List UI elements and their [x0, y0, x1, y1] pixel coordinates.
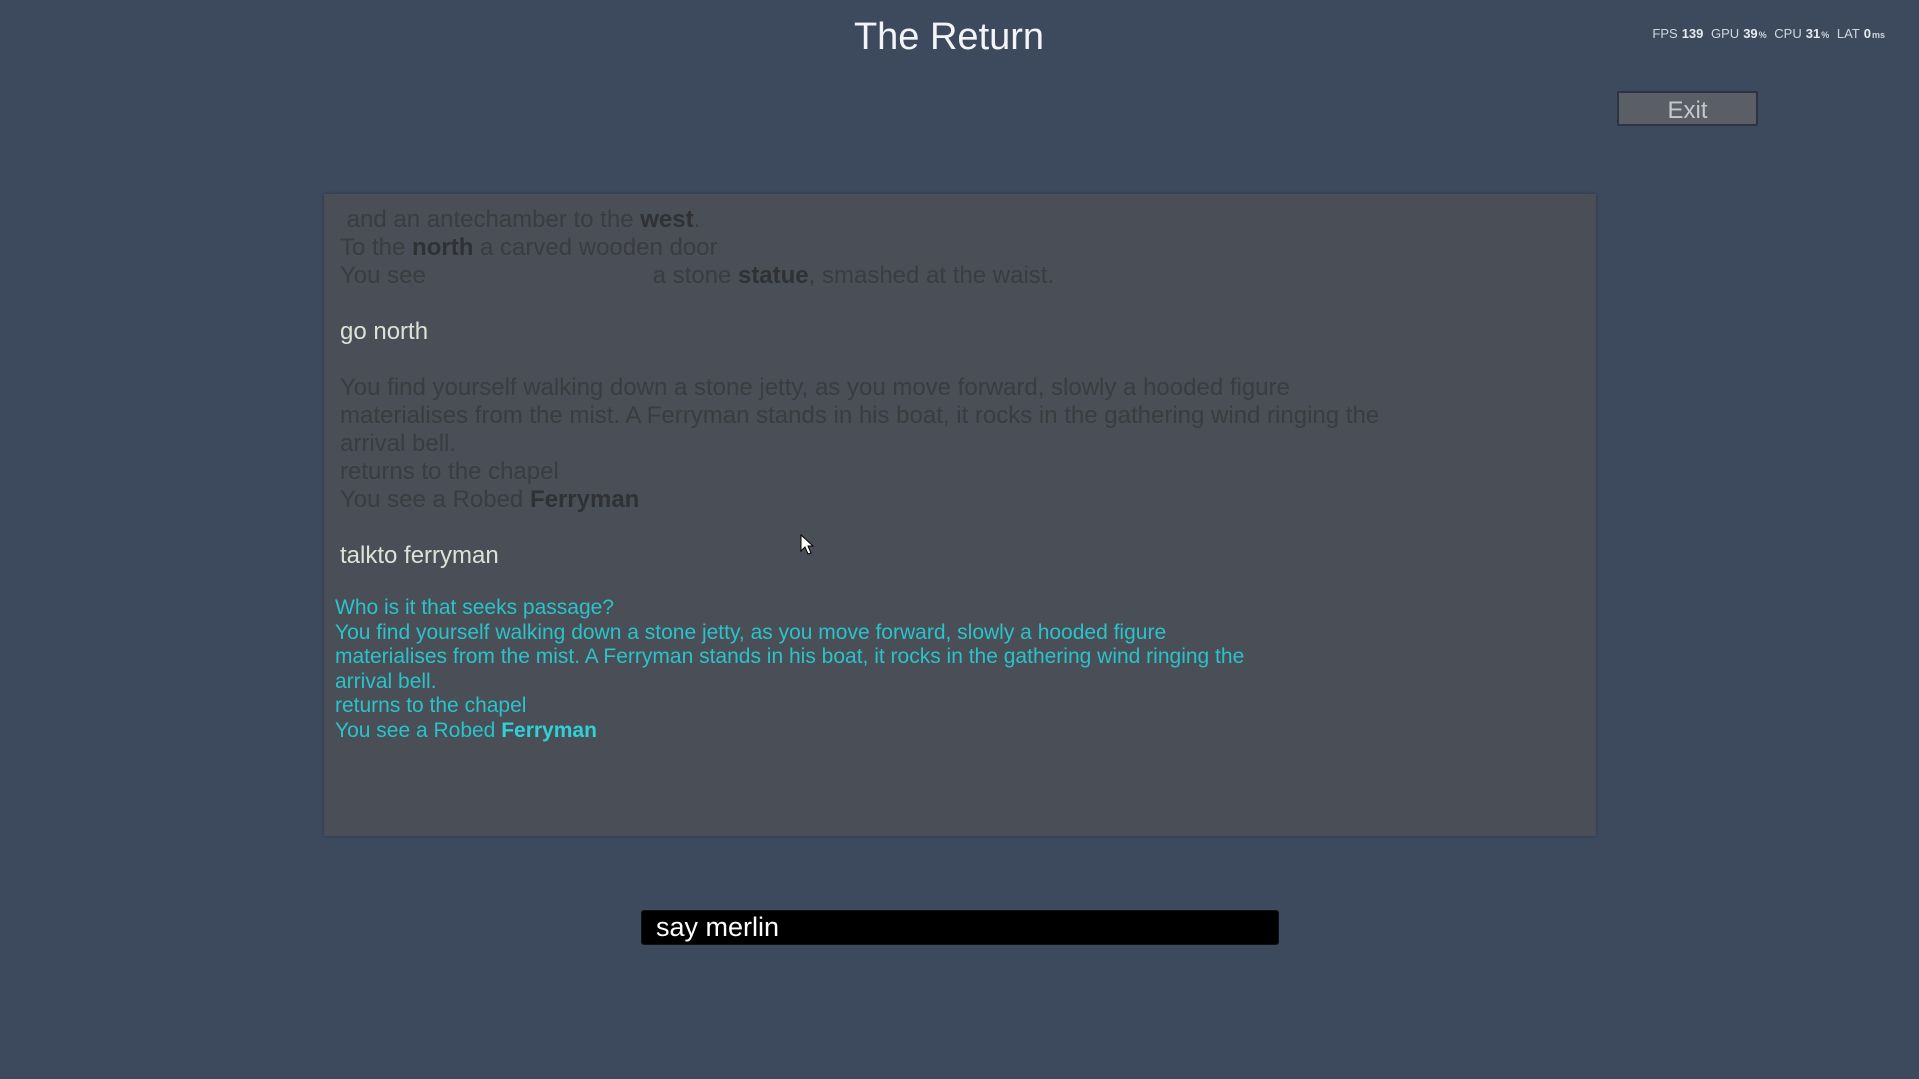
reply-line: returns to the chapel [335, 694, 527, 717]
lat-label: LAT [1836, 26, 1860, 41]
gpu-label: GPU [1711, 26, 1740, 41]
log-command: go north [340, 318, 429, 345]
fps-label: FPS [1652, 26, 1678, 41]
performance-stats: FPS 139 GPU 39% CPU 31% LAT 0ms [1652, 26, 1889, 41]
log-line: You see a stone statue, smashed at the w… [340, 262, 1055, 289]
log-line: returns to the chapel [340, 458, 559, 485]
gpu-value: 39 [1743, 26, 1758, 41]
keyword-ferryman: Ferryman [529, 486, 640, 513]
cpu-unit: % [1821, 30, 1830, 40]
log-line: You see a Robed Ferryman [340, 486, 640, 513]
lat-unit: ms [1871, 30, 1885, 40]
exit-button[interactable]: Exit [1617, 91, 1758, 126]
game-title: The Return [853, 16, 1045, 58]
mouse-pointer-icon [800, 534, 814, 555]
fps-value: 139 [1681, 26, 1704, 41]
log-line: materialises from the mist. A Ferryman s… [340, 402, 1380, 429]
log-line: To the north a carved wooden door [340, 234, 718, 261]
reply-line: You find yourself walking down a stone j… [335, 620, 1167, 644]
game-log-panel[interactable]: and an antechamber to the west. To the n… [324, 194, 1596, 836]
cpu-label: CPU [1774, 26, 1802, 41]
command-input[interactable] [641, 910, 1279, 945]
cpu-value: 31 [1805, 26, 1821, 41]
reply-line: materialises from the mist. A Ferryman s… [335, 645, 1245, 668]
log-command: talkto ferryman [340, 542, 499, 569]
keyword-north: north [412, 234, 474, 261]
keyword-west: west [640, 206, 694, 233]
reply-line: arrival bell. [335, 669, 437, 693]
log-line: You find yourself walking down a stone j… [340, 374, 1290, 401]
lat-value: 0 [1863, 26, 1871, 41]
game-log: and an antechamber to the west. To the n… [335, 206, 1580, 743]
gpu-unit: % [1758, 30, 1767, 40]
keyword-statue: statue [737, 262, 809, 289]
keyword-ferryman: Ferryman [501, 718, 597, 742]
reply-line: You see a Robed Ferryman [335, 718, 597, 742]
log-line: and an antechamber to the west. [340, 206, 701, 233]
reply-line: Who is it that seeks passage? [335, 596, 614, 619]
log-line: arrival bell. [340, 430, 457, 457]
